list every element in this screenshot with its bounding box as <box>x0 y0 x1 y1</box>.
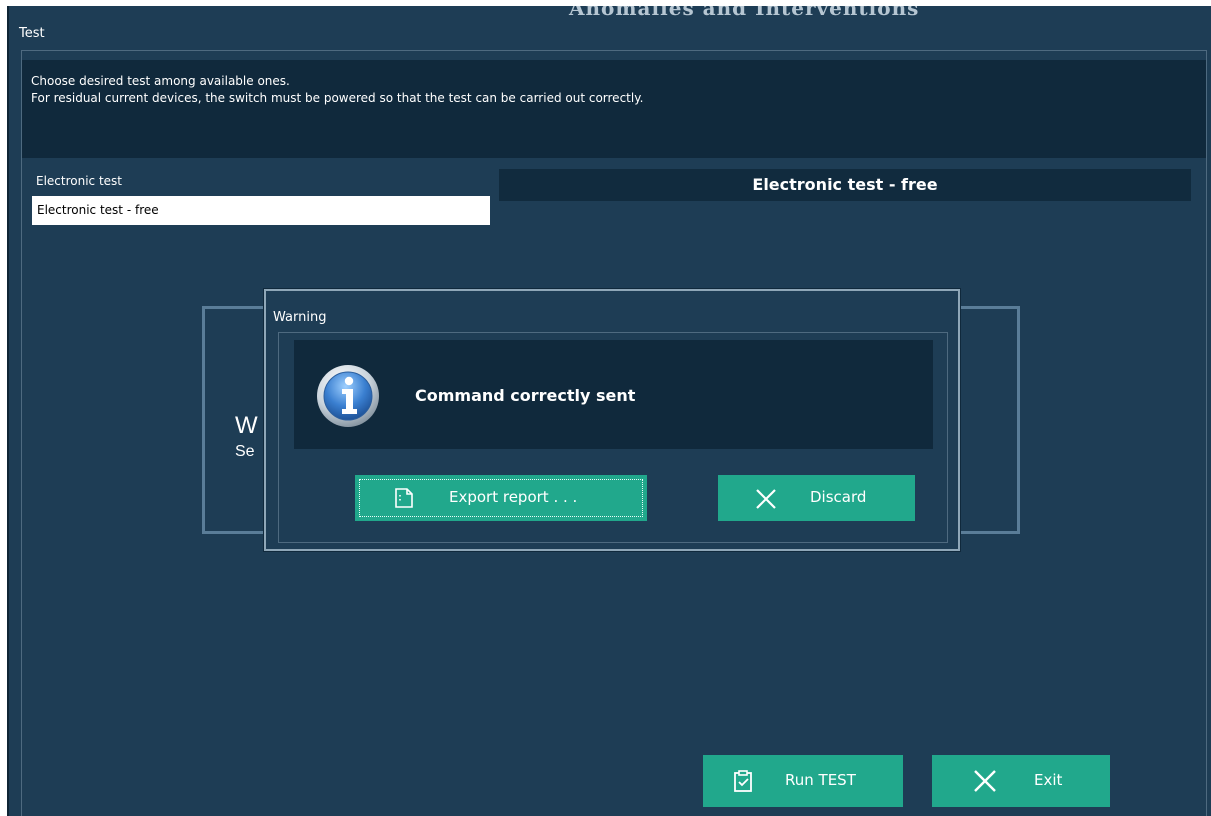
test-group-label: Electronic test <box>36 174 123 188</box>
info-icon <box>317 365 379 427</box>
run-test-button[interactable]: Run TEST <box>703 755 903 807</box>
discard-button[interactable]: Discard <box>718 475 915 521</box>
test-window: Anomalies and Interventions Test Choose … <box>7 6 1211 816</box>
instruction-line-2: For residual current devices, the switch… <box>31 91 644 105</box>
warning-dialog: Warning Command correctly sent Export re… <box>264 289 960 551</box>
exit-button[interactable]: Exit <box>932 755 1110 807</box>
dialog-message-panel: Command correctly sent <box>294 340 933 449</box>
clipboard-check-icon <box>734 770 752 792</box>
dialog-message: Command correctly sent <box>415 386 636 405</box>
document-icon <box>395 488 413 508</box>
test-list-item[interactable]: Electronic test - free <box>32 196 490 225</box>
background-window-title: Anomalies and Interventions <box>569 6 920 20</box>
instruction-line-1: Choose desired test among available ones… <box>31 74 290 88</box>
close-icon <box>756 489 776 509</box>
run-test-label: Run TEST <box>785 771 856 789</box>
discard-label: Discard <box>810 488 867 506</box>
export-report-label: Export report . . . <box>449 488 578 506</box>
app-root: Anomalies and Interventions Test Choose … <box>0 0 1211 816</box>
background-panel-heading: W <box>235 412 258 439</box>
selected-test-heading: Electronic test - free <box>499 169 1191 201</box>
dialog-title: Warning <box>273 310 327 325</box>
close-icon <box>974 770 996 792</box>
instructions-panel: Choose desired test among available ones… <box>22 60 1206 158</box>
window-title: Test <box>19 26 45 41</box>
exit-label: Exit <box>1034 771 1063 789</box>
background-panel-subtext: Se <box>235 443 255 460</box>
export-report-button[interactable]: Export report . . . <box>355 475 647 521</box>
